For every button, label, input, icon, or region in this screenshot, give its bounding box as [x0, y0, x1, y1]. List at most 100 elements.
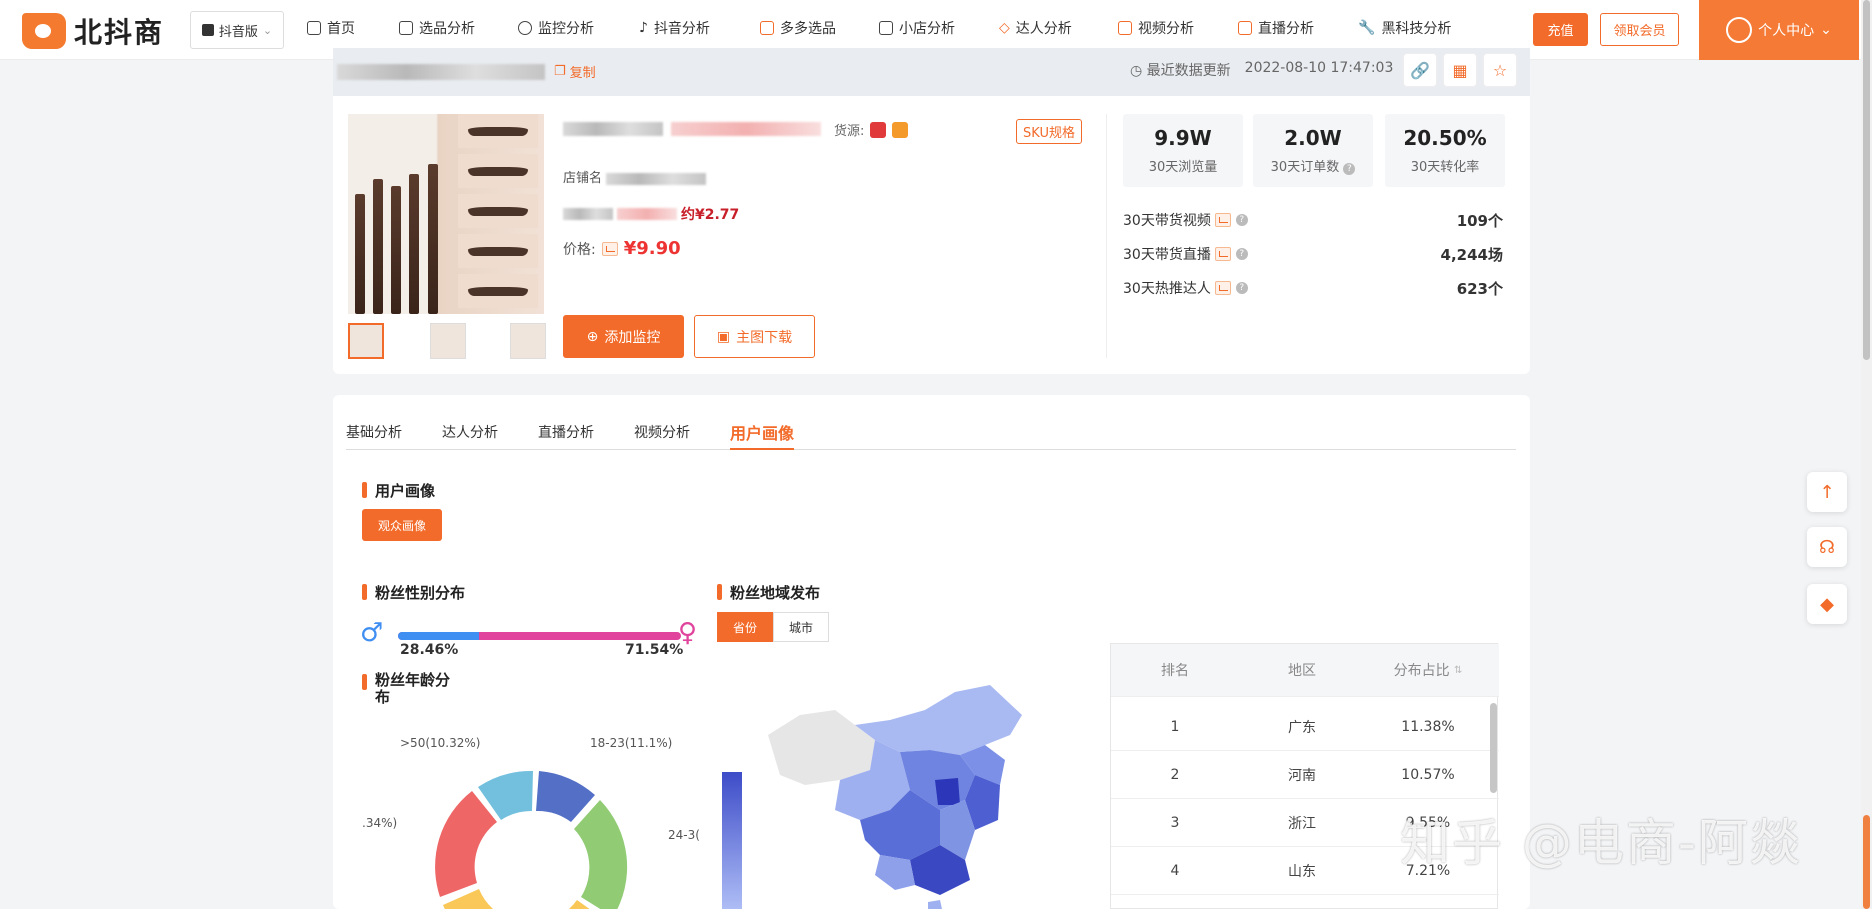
- bag-icon: [399, 21, 413, 35]
- help-icon[interactable]: ?: [1235, 214, 1248, 226]
- table-scrollbar[interactable]: [1490, 703, 1497, 793]
- trend-chart-icon[interactable]: [1215, 281, 1232, 295]
- thumbnail-3[interactable]: [510, 323, 546, 359]
- diamond-icon: ◇: [999, 20, 1010, 36]
- shop-name: 店铺名: [563, 167, 707, 186]
- taobao-icon[interactable]: [892, 121, 909, 138]
- product-name-blurred: [337, 64, 545, 80]
- help-icon[interactable]: ?: [1343, 163, 1356, 175]
- metric-videos: 30天带货视频 ? 109个: [1123, 211, 1503, 230]
- table-header: 排名 地区 分布占比 ⇅: [1111, 644, 1499, 697]
- sort-header[interactable]: 分布占比 ⇅: [1365, 644, 1491, 696]
- nav-monitor-analysis[interactable]: 监控分析: [518, 18, 594, 38]
- trend-chart-icon[interactable]: [601, 241, 618, 256]
- tab-user-portrait[interactable]: 用户画像: [730, 420, 795, 450]
- chevron-down-icon: ⌄: [1820, 22, 1832, 38]
- live-camera-icon: [1238, 21, 1252, 35]
- toggle-province[interactable]: 省份: [717, 612, 773, 642]
- customer-service-button[interactable]: ☊: [1807, 527, 1847, 567]
- back-to-top-button[interactable]: ↑: [1807, 472, 1847, 512]
- logo-text: 北抖商: [74, 16, 165, 49]
- female-percent: 71.54%: [625, 642, 684, 658]
- headset-icon: ☊: [1819, 536, 1835, 558]
- tiktok-icon: [201, 24, 214, 36]
- chevron-down-icon: ⌄: [262, 23, 273, 37]
- map-region-hainan[interactable]: [928, 900, 942, 909]
- nav-live[interactable]: 直播分析: [1238, 18, 1314, 38]
- copy-icon: ❐: [554, 64, 566, 79]
- stat-conversion: 20.50% 30天转化率: [1385, 114, 1505, 187]
- nav-home[interactable]: 首页: [307, 18, 355, 38]
- stat-views: 9.9W 30天浏览量: [1123, 114, 1243, 187]
- nav-video[interactable]: 视频分析: [1118, 18, 1194, 38]
- qrcode-icon: ▦: [1452, 60, 1468, 80]
- audience-portrait-button[interactable]: 观众画像: [362, 509, 442, 541]
- toggle-city[interactable]: 城市: [773, 612, 829, 642]
- wrench-icon: 🔧: [1358, 20, 1376, 36]
- age-label-24-30: 24-3(: [668, 828, 700, 842]
- stat-orders: 2.0W 30天订单数 ?: [1253, 114, 1373, 187]
- nav-duoduo[interactable]: 多多选品: [760, 18, 836, 38]
- section-gender: 粉丝性别分布: [362, 582, 465, 603]
- nav-tech[interactable]: 🔧 黑科技分析: [1358, 18, 1451, 38]
- thumbnail-2[interactable]: [430, 323, 466, 359]
- image-download-button[interactable]: ▣ 主图下载: [694, 315, 815, 358]
- divider: [1106, 114, 1107, 358]
- age-segment-other[interactable]: [435, 791, 497, 897]
- coupon-price: 约¥2.77: [563, 204, 739, 224]
- add-monitor-button[interactable]: ⊕ 添加监控: [563, 315, 684, 358]
- favorite-button[interactable]: ☆: [1483, 53, 1517, 87]
- nav-product-analysis[interactable]: 选品分析: [399, 18, 475, 38]
- sort-icon: ⇅: [1454, 664, 1463, 676]
- charge-button[interactable]: 充值: [1533, 13, 1588, 46]
- link-button[interactable]: 🔗: [1403, 53, 1437, 87]
- age-segment-24-30[interactable]: [574, 800, 628, 909]
- sku-button[interactable]: SKU规格: [1016, 119, 1082, 144]
- nav-douyin-analysis[interactable]: ♪ 抖音分析: [639, 18, 710, 38]
- map-region-guangxi[interactable]: [875, 855, 915, 890]
- price-row: 价格: ¥9.90: [563, 238, 681, 259]
- nav-shop-analysis[interactable]: 小店分析: [879, 18, 955, 38]
- trend-chart-icon[interactable]: [1215, 247, 1232, 261]
- section-age: 粉丝年龄分布: [362, 672, 462, 706]
- logo[interactable]: 北抖商: [22, 11, 164, 51]
- arrow-up-icon: ↑: [1819, 481, 1835, 503]
- qrcode-button[interactable]: ▦: [1443, 53, 1477, 87]
- help-icon[interactable]: ?: [1235, 248, 1248, 260]
- help-icon[interactable]: ?: [1235, 282, 1248, 294]
- vip-button[interactable]: ◆: [1807, 584, 1847, 624]
- page-scrollbar-thumb[interactable]: [1863, 0, 1870, 360]
- age-label-18-23: 18-23(11.1%): [590, 736, 673, 750]
- table-row: 2 河南 10.57%: [1111, 751, 1499, 799]
- user-center-menu[interactable]: 个人中心 ⌄: [1699, 0, 1859, 60]
- china-region-map: [768, 685, 1022, 909]
- video-icon: [1118, 21, 1132, 35]
- image-icon: ▣: [716, 328, 731, 345]
- gender-bar: [398, 632, 681, 640]
- tab-influencer[interactable]: 达人分析: [442, 422, 498, 442]
- shopping-bag-icon: [760, 21, 774, 35]
- version-label: 抖音版: [218, 24, 258, 40]
- pinduoduo-icon[interactable]: [870, 121, 887, 138]
- age-label-over-50: >50(10.32%): [400, 736, 481, 750]
- metric-lives: 30天带货直播 ? 4,244场: [1123, 245, 1503, 264]
- nav-influencer[interactable]: ◇ 达人分析: [999, 18, 1072, 38]
- tab-live[interactable]: 直播分析: [538, 422, 594, 442]
- age-segment-18-23[interactable]: [536, 771, 595, 822]
- scroll-progress-indicator: [1863, 815, 1870, 909]
- trend-chart-icon[interactable]: [1215, 213, 1232, 227]
- region-toggle: 省份 城市: [717, 612, 829, 642]
- map-region-henan[interactable]: [935, 778, 960, 805]
- product-main-image: [348, 114, 544, 314]
- tab-basic[interactable]: 基础分析: [346, 422, 402, 442]
- watermark: 知乎 @电商-阿燚: [1400, 814, 1802, 872]
- member-button[interactable]: 领取会员: [1600, 13, 1679, 46]
- tab-video[interactable]: 视频分析: [634, 422, 690, 442]
- thumbnail-1[interactable]: [348, 323, 384, 359]
- avatar: [1726, 17, 1753, 43]
- male-icon: ♂: [360, 618, 384, 648]
- tiktok-icon: ♪: [639, 20, 648, 36]
- version-select[interactable]: 抖音版 ⌄: [190, 11, 284, 49]
- map-color-legend: [722, 772, 742, 909]
- copy-button[interactable]: ❐ 复制: [554, 62, 596, 81]
